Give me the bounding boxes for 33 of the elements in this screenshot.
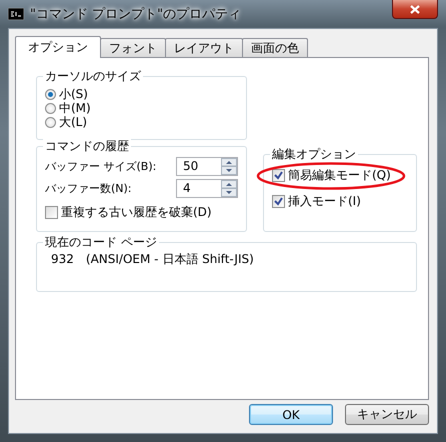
- window-title: "コマンド プロンプト"のプロパティ: [30, 6, 242, 23]
- group-label: カーソルのサイズ: [43, 69, 143, 83]
- spin-arrows-icon[interactable]: [221, 180, 237, 196]
- checkbox-label: 重複する古い履歴を破棄(D): [61, 204, 212, 220]
- group-label: 現在のコード ページ: [43, 235, 159, 249]
- spin-arrows-icon[interactable]: [221, 158, 237, 174]
- console-icon: [8, 8, 24, 20]
- checkbox-label: 簡易編集モード(Q): [288, 166, 391, 184]
- tab[interactable]: 画面の色: [242, 38, 308, 57]
- field-label: バッファー サイズ(B):: [45, 158, 156, 174]
- radio-button[interactable]: [45, 116, 56, 128]
- tab[interactable]: オプション: [15, 36, 101, 58]
- checkbox[interactable]: [272, 168, 285, 182]
- dialog-button[interactable]: OK: [249, 404, 333, 425]
- checkbox[interactable]: [45, 206, 58, 218]
- tab[interactable]: レイアウト: [165, 38, 243, 57]
- radio-button[interactable]: [45, 102, 56, 114]
- radio-label: 小(S): [59, 86, 88, 102]
- checkbox-label: 挿入モード(I): [288, 192, 361, 210]
- checkbox[interactable]: [272, 194, 285, 208]
- radio-button[interactable]: [45, 88, 56, 100]
- close-icon: [410, 4, 420, 14]
- spin-field[interactable]: 4: [176, 178, 238, 198]
- tab[interactable]: フォント: [100, 38, 166, 57]
- radio-label: 中(M): [59, 100, 91, 116]
- spin-field[interactable]: 50: [176, 156, 238, 176]
- field-label: バッファー数(N):: [45, 180, 132, 196]
- code-page-text: 932 (ANSI/OEM - 日本語 Shift-JIS): [50, 251, 255, 268]
- group-label: 編集オプション: [270, 147, 358, 161]
- close-button[interactable]: [392, 0, 438, 19]
- dialog-button[interactable]: キャンセル: [345, 404, 429, 425]
- group-label: コマンドの履歴: [43, 139, 131, 153]
- radio-label: 大(L): [59, 114, 88, 130]
